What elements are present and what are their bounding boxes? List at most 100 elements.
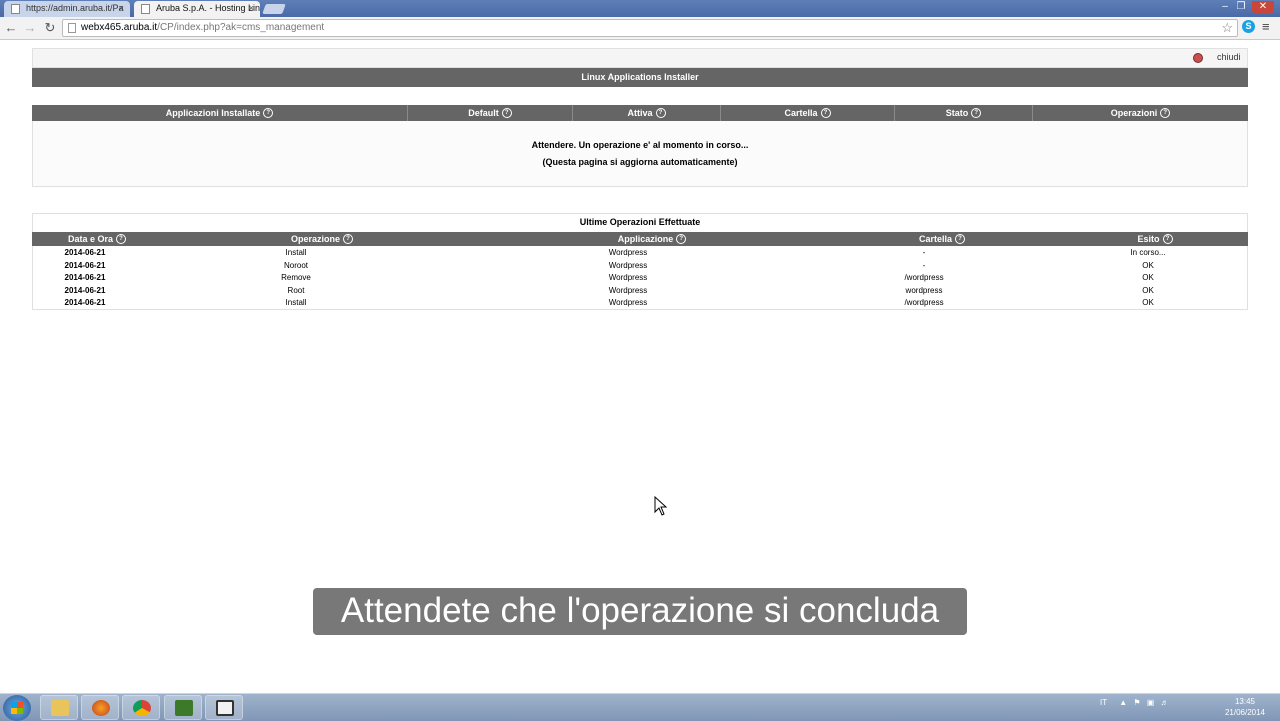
window-close-icon[interactable]: ✕ xyxy=(1252,1,1274,13)
info-icon[interactable]: ? xyxy=(501,108,512,118)
cell-result: OK xyxy=(1142,286,1154,295)
start-button[interactable] xyxy=(3,695,31,721)
header-label: Default xyxy=(468,108,499,118)
minimize-icon[interactable]: – xyxy=(1218,1,1232,13)
skype-extension-icon[interactable]: S xyxy=(1242,20,1255,33)
windows-taskbar: IT ▲ ⚑ ▣ ♬ 13:45 21/06/2014 xyxy=(0,693,1280,721)
firefox-icon xyxy=(92,700,110,716)
column-header: Attiva? xyxy=(573,105,721,121)
action-center-flag-icon[interactable]: ⚑ xyxy=(1133,698,1140,707)
cell-folder: /wordpress xyxy=(904,273,944,282)
cell-operation: Install xyxy=(285,298,307,307)
column-header: Default? xyxy=(408,105,573,121)
cell-application: Wordpress xyxy=(608,273,648,282)
cell-date: 2014-06-21 xyxy=(64,298,106,307)
page-icon xyxy=(141,4,150,14)
tab-hosting-linux[interactable]: Aruba S.p.A. - Hosting Lin × xyxy=(134,1,260,17)
info-icon[interactable]: ? xyxy=(676,234,687,244)
table-header: Applicazioni Installate? Default? Attiva… xyxy=(32,105,1248,121)
taskbar-camtasia-recorder[interactable] xyxy=(205,695,243,720)
info-icon[interactable]: ? xyxy=(116,234,127,244)
camtasia-recorder-icon xyxy=(216,700,234,716)
close-tab-icon[interactable]: × xyxy=(249,1,254,16)
cell-application: Wordpress xyxy=(608,298,648,307)
column-header: Data e Ora? xyxy=(32,232,162,246)
page-title: Linux Applications Installer xyxy=(32,68,1248,87)
address-bar[interactable]: webx465.aruba.it/CP/index.php?ak=cms_man… xyxy=(62,19,1238,37)
info-icon[interactable]: ? xyxy=(1162,234,1173,244)
page-icon xyxy=(68,23,76,33)
close-row: chiudi xyxy=(32,48,1248,68)
network-icon[interactable]: ▣ xyxy=(1147,698,1155,707)
url-host: webx465.aruba.it xyxy=(81,22,158,33)
language-indicator[interactable]: IT xyxy=(1100,698,1107,707)
restore-icon[interactable]: ❐ xyxy=(1234,1,1248,13)
info-icon[interactable]: ? xyxy=(343,234,353,244)
column-header: Cartella? xyxy=(721,105,895,121)
cell-application: Wordpress xyxy=(608,261,648,270)
column-header: Stato? xyxy=(895,105,1033,121)
close-link[interactable]: chiudi xyxy=(1217,52,1241,62)
header-label: Cartella xyxy=(784,108,818,118)
clock-date[interactable]: 21/06/2014 xyxy=(1222,708,1268,717)
installed-apps-table: Applicazioni Installate? Default? Attiva… xyxy=(32,105,1248,187)
tab-admin-aruba[interactable]: https://admin.aruba.it/Pa × xyxy=(4,1,130,17)
info-icon[interactable]: ? xyxy=(971,108,982,118)
header-label: Operazioni xyxy=(1110,108,1158,118)
taskbar-explorer[interactable] xyxy=(40,695,78,720)
table-title: Ultime Operazioni Effettuate xyxy=(579,217,701,227)
info-icon[interactable]: ? xyxy=(820,108,831,118)
new-tab-button[interactable] xyxy=(262,4,286,14)
explorer-icon xyxy=(51,700,69,716)
cell-date: 2014-06-21 xyxy=(64,261,106,270)
menu-icon[interactable]: ≡ xyxy=(1262,20,1270,34)
column-header: Applicazioni Installate? xyxy=(32,105,408,121)
info-icon[interactable]: ? xyxy=(655,108,666,118)
tray-expand-icon[interactable]: ▲ xyxy=(1119,698,1127,707)
table-row: 2014-06-21 Root Wordpress wordpress OK xyxy=(33,285,1247,297)
url-text[interactable]: webx465.aruba.it/CP/index.php?ak=cms_man… xyxy=(81,21,324,35)
system-tray: IT ▲ ⚑ ▣ ♬ xyxy=(1100,698,1169,707)
close-icon[interactable] xyxy=(1193,53,1203,63)
chrome-icon xyxy=(133,700,151,716)
cell-folder: /wordpress xyxy=(904,298,944,307)
column-header: Operazioni? xyxy=(1033,105,1248,121)
clock-time[interactable]: 13:45 xyxy=(1230,697,1260,706)
info-icon[interactable]: ? xyxy=(1160,108,1171,118)
column-header: Esito? xyxy=(1062,232,1248,246)
cell-date: 2014-06-21 xyxy=(64,273,106,282)
close-tab-icon[interactable]: × xyxy=(119,1,124,16)
taskbar-firefox[interactable] xyxy=(81,695,119,720)
tab-label: Aruba S.p.A. - Hosting Lin xyxy=(156,3,260,13)
windows-logo-icon xyxy=(11,702,23,714)
column-header: Cartella? xyxy=(822,232,1062,246)
auto-refresh-note: (Questa pagina si aggiorna automaticamen… xyxy=(542,157,738,167)
browser-tab-bar: https://admin.aruba.it/Pa × Aruba S.p.A.… xyxy=(0,0,1280,17)
recent-operations-table: Ultime Operazioni Effettuate Data e Ora?… xyxy=(32,213,1248,310)
browser-toolbar: ← → ↻ webx465.aruba.it/CP/index.php?ak=c… xyxy=(0,17,1280,40)
cell-application: Wordpress xyxy=(608,248,648,257)
header-label: Applicazioni Installate xyxy=(165,108,261,118)
header-label: Applicazione xyxy=(617,234,674,244)
column-header: Operazione? xyxy=(162,232,482,246)
info-icon[interactable]: ? xyxy=(263,108,274,118)
cell-folder: - xyxy=(922,248,926,257)
mouse-cursor-icon xyxy=(654,496,668,516)
status-message: Attendere. Un operazione e' al momento i… xyxy=(531,140,749,150)
back-arrow-icon[interactable]: ← xyxy=(3,20,19,36)
tab-label: https://admin.aruba.it/Pa xyxy=(26,3,124,13)
info-icon[interactable]: ? xyxy=(955,234,966,244)
cell-operation: Noroot xyxy=(283,261,308,270)
cell-operation: Remove xyxy=(281,273,311,282)
cell-date: 2014-06-21 xyxy=(64,248,106,257)
header-label: Operazione xyxy=(290,234,340,244)
cell-result: OK xyxy=(1142,298,1154,307)
taskbar-chrome[interactable] xyxy=(122,695,160,720)
cell-application: Wordpress xyxy=(608,286,648,295)
reload-icon[interactable]: ↻ xyxy=(42,20,58,36)
volume-icon[interactable]: ♬ xyxy=(1161,698,1169,707)
column-header: Applicazione? xyxy=(482,232,822,246)
taskbar-camtasia[interactable] xyxy=(164,695,202,720)
bookmark-star-icon[interactable]: ☆ xyxy=(1221,20,1233,36)
forward-arrow-icon[interactable]: → xyxy=(22,20,38,36)
